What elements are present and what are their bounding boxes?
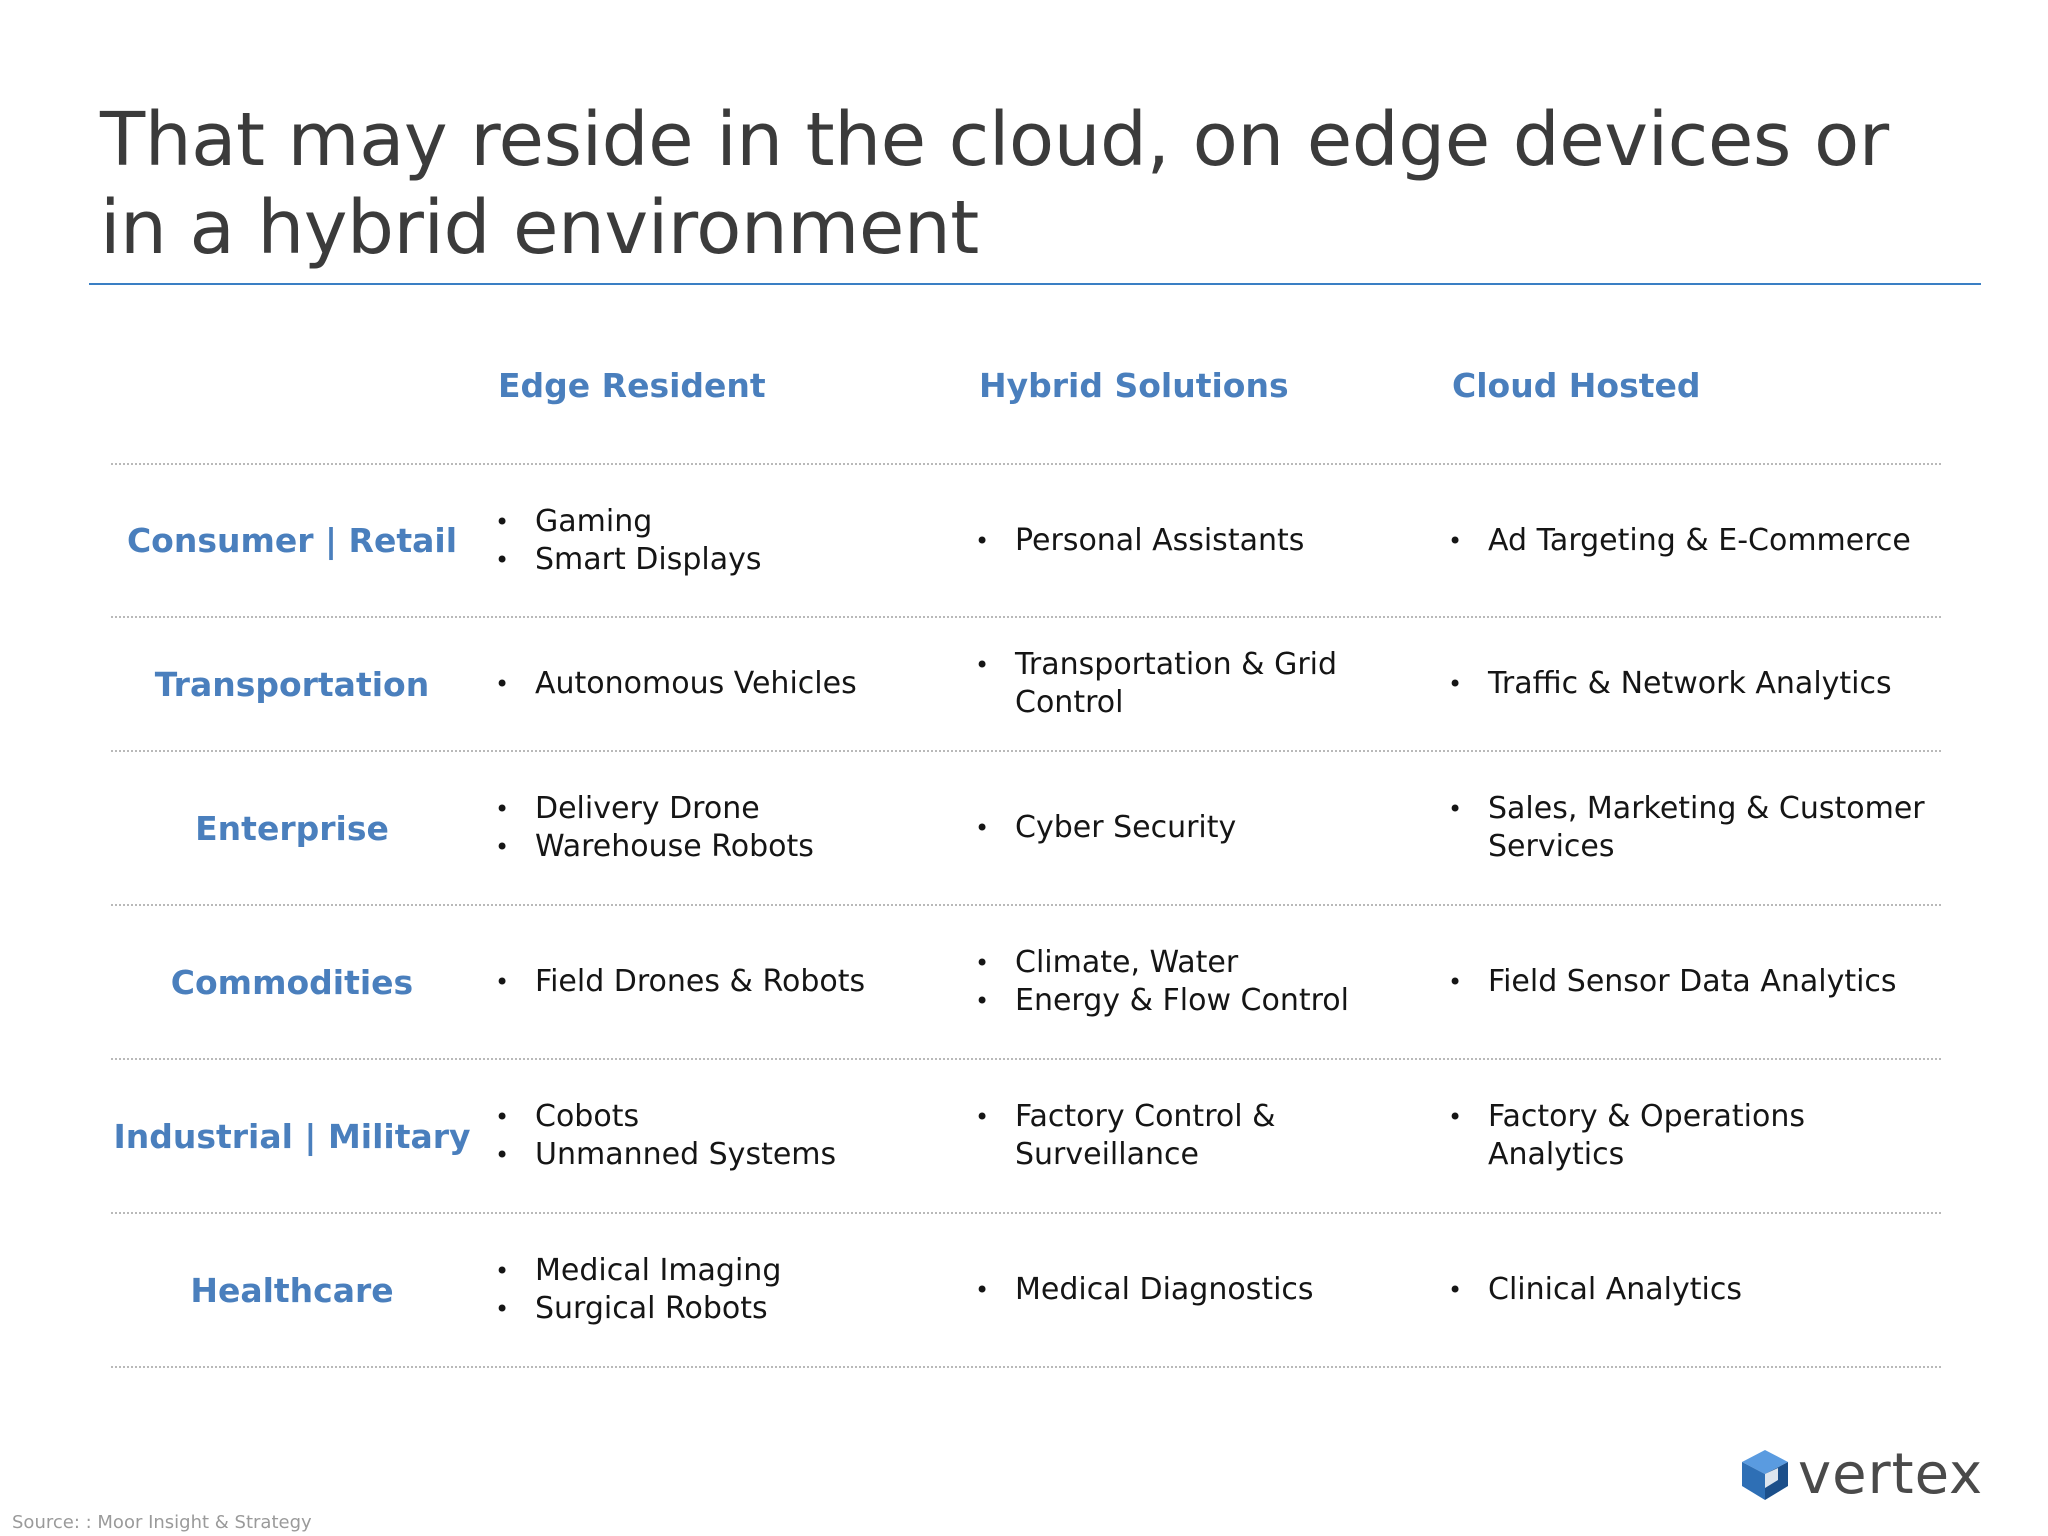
cell-edge-resident: Medical ImagingSurgical Robots bbox=[495, 1214, 915, 1366]
column-header-hybrid-solutions: Hybrid Solutions bbox=[979, 366, 1289, 405]
matrix-row: Consumer | Retail GamingSmart Displays Per… bbox=[111, 465, 1941, 616]
cell-edge-resident: Delivery DroneWarehouse Robots bbox=[495, 752, 915, 904]
bullet-item: Field Drones & Robots bbox=[495, 963, 915, 1001]
bullet-list: Ad Targeting & E-Commerce bbox=[1448, 522, 1948, 560]
bullet-list: Medical Diagnostics bbox=[975, 1271, 1405, 1309]
bullet-item: Climate, Water bbox=[975, 944, 1405, 982]
bullet-list: CobotsUnmanned Systems bbox=[495, 1098, 915, 1174]
row-label: Consumer | Retail bbox=[126, 521, 458, 560]
bullet-item: Smart Displays bbox=[495, 541, 915, 579]
bullet-item: Warehouse Robots bbox=[495, 828, 915, 866]
column-header-edge-resident: Edge Resident bbox=[498, 366, 766, 405]
bullet-list: Traffic & Network Analytics bbox=[1448, 665, 1948, 703]
bullet-item: Factory & Operations Analytics bbox=[1448, 1098, 1948, 1174]
cell-hybrid-solutions: Cyber Security bbox=[975, 752, 1405, 904]
matrix-row: Commodities Field Drones & Robots Climate,… bbox=[111, 906, 1941, 1058]
slide-title: That may reside in the cloud, on edge de… bbox=[100, 97, 1889, 271]
bullet-item: Clinical Analytics bbox=[1448, 1271, 1948, 1309]
bullet-list: Medical ImagingSurgical Robots bbox=[495, 1252, 915, 1328]
matrix-row: Healthcare Medical ImagingSurgical Robots… bbox=[111, 1214, 1941, 1366]
bullet-item: Gaming bbox=[495, 503, 915, 541]
bullet-list: Field Drones & Robots bbox=[495, 963, 915, 1001]
bullet-item: Medical Imaging bbox=[495, 1252, 915, 1290]
bullet-list: Factory & Operations Analytics bbox=[1448, 1098, 1948, 1174]
row-label: Industrial | Military bbox=[113, 1116, 471, 1156]
bullet-list: Autonomous Vehicles bbox=[495, 665, 915, 703]
bullet-item: Personal Assistants bbox=[975, 522, 1405, 560]
column-header-cloud-hosted: Cloud Hosted bbox=[1452, 366, 1701, 405]
cell-hybrid-solutions: Personal Assistants bbox=[975, 465, 1405, 616]
cell-hybrid-solutions: Climate, WaterEnergy & Flow Control bbox=[975, 906, 1405, 1058]
bullet-list: Personal Assistants bbox=[975, 522, 1405, 560]
bullet-item: Ad Targeting & E-Commerce bbox=[1448, 522, 1948, 560]
bullet-list: Sales, Marketing & Customer Services bbox=[1448, 790, 1948, 866]
cell-cloud-hosted: Sales, Marketing & Customer Services bbox=[1448, 752, 1948, 904]
vertex-logo-text: vertex bbox=[1798, 1442, 1984, 1507]
bullet-list: Climate, WaterEnergy & Flow Control bbox=[975, 944, 1405, 1020]
bullet-list: Transportation & Grid Control bbox=[975, 646, 1405, 722]
cell-edge-resident: GamingSmart Displays bbox=[495, 465, 915, 616]
bullet-list: GamingSmart Displays bbox=[495, 503, 915, 579]
bullet-list: Clinical Analytics bbox=[1448, 1271, 1948, 1309]
bullet-item: Cobots bbox=[495, 1098, 915, 1136]
cell-hybrid-solutions: Transportation & Grid Control bbox=[975, 618, 1405, 750]
cell-edge-resident: CobotsUnmanned Systems bbox=[495, 1060, 915, 1212]
bullet-item: Sales, Marketing & Customer Services bbox=[1448, 790, 1948, 866]
cell-hybrid-solutions: Medical Diagnostics bbox=[975, 1214, 1405, 1366]
source-note: Source: : Moor Insight & Strategy bbox=[12, 1512, 312, 1533]
bullet-item: Factory Control & Surveillance bbox=[975, 1098, 1405, 1174]
bullet-list: Delivery DroneWarehouse Robots bbox=[495, 790, 915, 866]
row-label: Commodities bbox=[170, 962, 414, 1002]
vertex-logo-icon bbox=[1742, 1450, 1788, 1500]
bullet-item: Field Sensor Data Analytics bbox=[1448, 963, 1948, 1001]
cell-cloud-hosted: Factory & Operations Analytics bbox=[1448, 1060, 1948, 1212]
bullet-item: Delivery Drone bbox=[495, 790, 915, 828]
cell-hybrid-solutions: Factory Control & Surveillance bbox=[975, 1060, 1405, 1212]
bullet-item: Cyber Security bbox=[975, 809, 1405, 847]
matrix-row: Transportation Autonomous Vehicles Transpo… bbox=[111, 618, 1941, 750]
cell-edge-resident: Autonomous Vehicles bbox=[495, 618, 915, 750]
bullet-list: Cyber Security bbox=[975, 809, 1405, 847]
bullet-item: Medical Diagnostics bbox=[975, 1271, 1405, 1309]
bullet-item: Surgical Robots bbox=[495, 1290, 915, 1328]
bullet-list: Factory Control & Surveillance bbox=[975, 1098, 1405, 1174]
matrix-row: Industrial | Military CobotsUnmanned Syst… bbox=[111, 1060, 1941, 1212]
bullet-list: Field Sensor Data Analytics bbox=[1448, 963, 1948, 1001]
bullet-item: Unmanned Systems bbox=[495, 1136, 915, 1174]
row-divider bbox=[111, 1366, 1941, 1368]
title-underline bbox=[89, 283, 1981, 285]
bullet-item: Traffic & Network Analytics bbox=[1448, 665, 1948, 703]
row-label: Enterprise bbox=[195, 808, 389, 848]
bullet-item: Energy & Flow Control bbox=[975, 982, 1405, 1020]
cell-cloud-hosted: Field Sensor Data Analytics bbox=[1448, 906, 1948, 1058]
cell-cloud-hosted: Ad Targeting & E-Commerce bbox=[1448, 465, 1948, 616]
row-label: Healthcare bbox=[190, 1270, 394, 1310]
row-label: Transportation bbox=[154, 664, 430, 704]
cell-cloud-hosted: Traffic & Network Analytics bbox=[1448, 618, 1948, 750]
bullet-item: Transportation & Grid Control bbox=[975, 646, 1405, 722]
matrix-row: Enterprise Delivery DroneWarehouse Robots… bbox=[111, 752, 1941, 904]
cell-edge-resident: Field Drones & Robots bbox=[495, 906, 915, 1058]
cell-cloud-hosted: Clinical Analytics bbox=[1448, 1214, 1948, 1366]
bullet-item: Autonomous Vehicles bbox=[495, 665, 915, 703]
vertex-logo: vertex bbox=[1738, 1447, 1983, 1503]
